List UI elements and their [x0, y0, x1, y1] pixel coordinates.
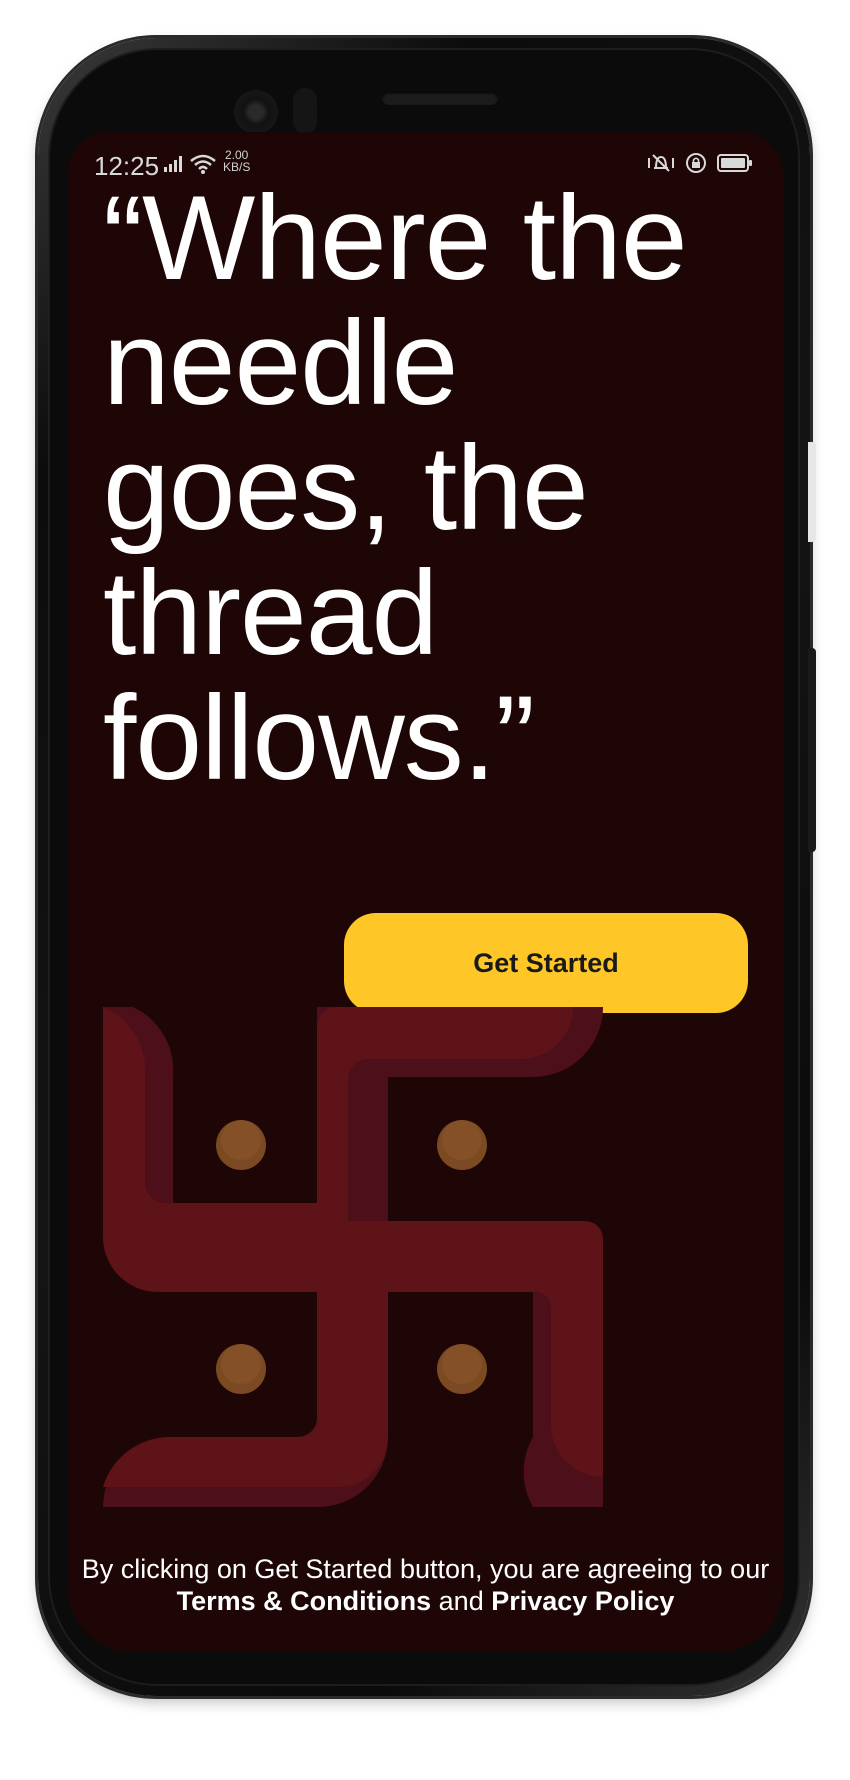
legal-prefix: By clicking on Get Started button, you a…: [81, 1554, 770, 1584]
earpiece-speaker: [382, 92, 498, 105]
legal-notice: By clicking on Get Started button, you a…: [68, 1553, 783, 1617]
terms-link[interactable]: Terms & Conditions: [177, 1586, 432, 1616]
network-speed: 2.00 KB/S: [223, 149, 250, 173]
phone-side-button-top: [808, 442, 816, 542]
rotation-lock-icon: [685, 152, 707, 179]
phone-power-button: [808, 648, 816, 852]
privacy-link[interactable]: Privacy Policy: [491, 1586, 674, 1616]
legal-conjunction: and: [438, 1586, 484, 1616]
swastika-icon: [103, 1007, 603, 1507]
proximity-sensor: [293, 88, 317, 134]
battery-icon: [717, 153, 753, 178]
front-camera: [234, 90, 278, 134]
quote-text: “Where the needle goes, the thread follo…: [103, 171, 688, 805]
get-started-button[interactable]: Get Started: [344, 913, 748, 1013]
app-screen: 12:25 2.00 KB/S “Where the needle goes, …: [68, 132, 783, 1652]
phone-frame: 12:25 2.00 KB/S “Where the needle goes, …: [38, 38, 816, 1696]
